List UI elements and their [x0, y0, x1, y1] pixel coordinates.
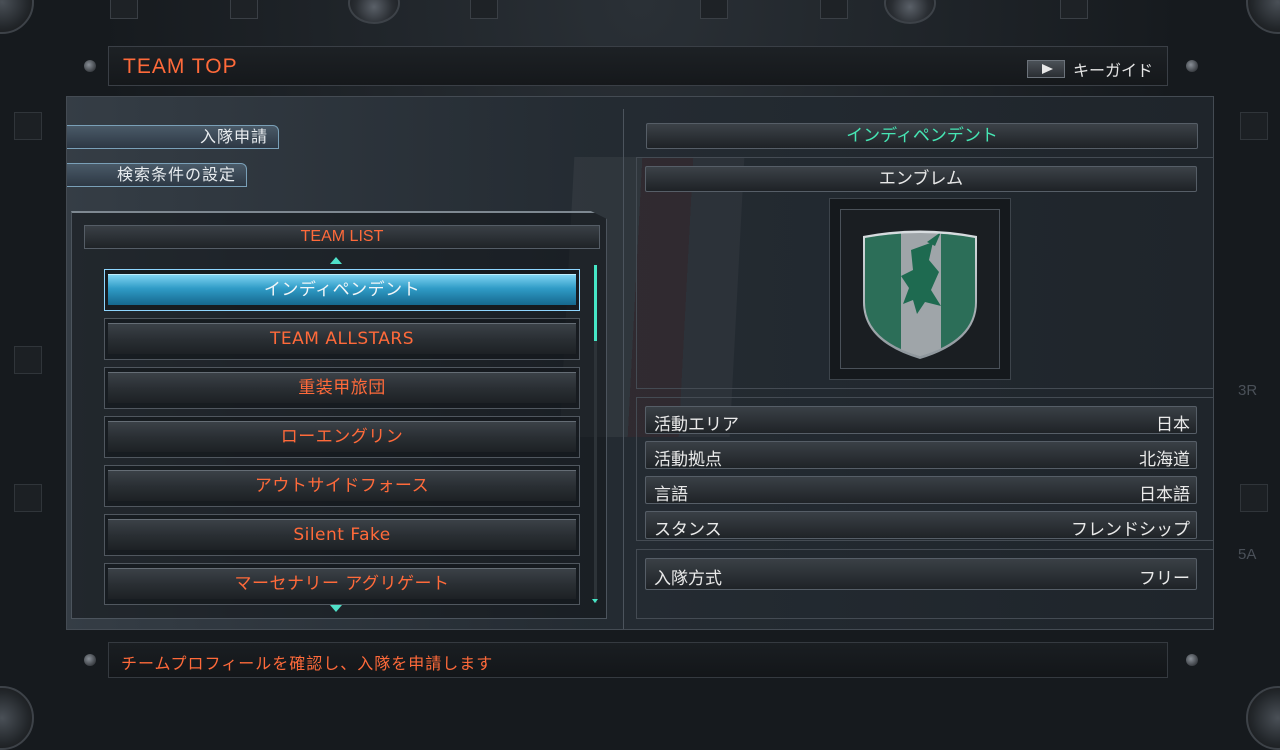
scroll-end-icon: [592, 599, 598, 603]
emblem-header: エンブレム: [645, 166, 1197, 192]
info-row-stance: スタンス フレンドシップ: [645, 511, 1197, 540]
team-list-item[interactable]: インディペンデント: [104, 269, 580, 311]
team-list-item[interactable]: 重装甲旅団: [104, 367, 580, 409]
team-list-item-label: 重装甲旅団: [108, 372, 576, 403]
frame-notch: [820, 0, 848, 19]
team-list-item-label: マーセナリー アグリゲート: [108, 568, 576, 599]
emblem-image-container: [840, 209, 1000, 369]
side-label: 3R: [1238, 382, 1258, 399]
frame-notch: [1060, 0, 1088, 19]
frame-notch: [110, 0, 138, 19]
main-panel: 入隊申請 検索条件の設定 TEAM LIST インディペンデント TEAM AL…: [66, 96, 1214, 630]
frame-notch: [470, 0, 498, 19]
info-row-activity-base: 活動拠点 北海道: [645, 441, 1197, 470]
help-message-bar: チームプロフィールを確認し、入隊を申請します: [108, 642, 1168, 678]
screw-icon: [1186, 654, 1198, 666]
emblem-section: エンブレム: [636, 157, 1213, 389]
frame-notch: [700, 0, 728, 19]
join-request-button[interactable]: 入隊申請: [67, 125, 279, 149]
info-row-join-method: 入隊方式 フリー: [645, 558, 1197, 590]
side-strip: [14, 112, 42, 140]
info-key: スタンス: [654, 520, 722, 540]
info-key: 活動拠点: [654, 450, 722, 470]
info-value: フレンドシップ: [1071, 520, 1190, 540]
header-bar: TEAM TOP キーガイド: [108, 46, 1168, 86]
scrollbar-thumb[interactable]: [594, 265, 597, 341]
help-message: チームプロフィールを確認し、入隊を申請します: [121, 654, 494, 673]
frame-notch: [230, 0, 258, 19]
info-value: 北海道: [1139, 450, 1190, 470]
scroll-up-arrow-icon[interactable]: [330, 257, 342, 264]
team-list-item[interactable]: アウトサイドフォース: [104, 465, 580, 507]
side-label: 5A: [1238, 546, 1257, 563]
corner-knob: [0, 0, 34, 34]
selected-team-name: インディペンデント: [646, 123, 1198, 149]
join-method-section: 入隊方式 フリー: [636, 549, 1213, 619]
screw-icon: [84, 654, 96, 666]
team-list-item-label: ローエングリン: [108, 421, 576, 452]
team-list-item[interactable]: マーセナリー アグリゲート: [104, 563, 580, 605]
side-strip: [14, 346, 42, 374]
unicorn-shield-emblem-icon: [863, 230, 977, 359]
team-list-item-label: インディペンデント: [108, 274, 576, 305]
info-value: フリー: [1139, 569, 1190, 589]
info-row-language: 言語 日本語: [645, 476, 1197, 505]
team-list-item-label: TEAM ALLSTARS: [108, 323, 576, 354]
team-list-panel: TEAM LIST インディペンデント TEAM ALLSTARS 重装甲旅団 …: [71, 211, 607, 619]
screw-icon: [1186, 60, 1198, 72]
team-list-item[interactable]: ローエングリン: [104, 416, 580, 458]
side-strip: [14, 484, 42, 512]
screw-icon: [84, 60, 96, 72]
keyguide-label: キーガイド: [1072, 61, 1153, 80]
info-row-activity-area: 活動エリア 日本: [645, 406, 1197, 435]
search-settings-button[interactable]: 検索条件の設定: [67, 163, 247, 187]
info-key: 入隊方式: [654, 569, 722, 589]
frame-knob: [348, 0, 400, 24]
keyguide-button[interactable]: キーガイド: [1026, 57, 1153, 81]
info-value: 日本語: [1139, 485, 1190, 505]
team-list-item[interactable]: Silent Fake: [104, 514, 580, 556]
frame-knob: [884, 0, 936, 24]
team-list-header: TEAM LIST: [84, 225, 600, 249]
corner-knob: [1246, 0, 1280, 34]
team-info-section: 活動エリア 日本 活動拠点 北海道 言語 日本語 スタンス フレンドシップ: [636, 397, 1213, 541]
info-value: 日本: [1156, 415, 1190, 435]
side-strip: [1240, 112, 1268, 140]
team-detail-panel: インディペンデント エンブレム 活動エリア 日本 活動拠点 北海道 言語 日本語…: [623, 109, 1213, 629]
info-key: 活動エリア: [654, 415, 739, 435]
corner-knob: [0, 686, 34, 750]
emblem-frame: [829, 198, 1011, 380]
team-list-item-label: Silent Fake: [108, 519, 576, 550]
side-strip: [1240, 484, 1268, 512]
team-list-item[interactable]: TEAM ALLSTARS: [104, 318, 580, 360]
team-list-item-label: アウトサイドフォース: [108, 470, 576, 501]
play-button-icon: [1026, 60, 1065, 78]
info-key: 言語: [654, 485, 688, 505]
scroll-down-arrow-icon[interactable]: [330, 605, 342, 612]
page-title: TEAM TOP: [123, 55, 238, 78]
corner-knob: [1246, 686, 1280, 750]
team-list-scrollbar[interactable]: [594, 265, 597, 603]
